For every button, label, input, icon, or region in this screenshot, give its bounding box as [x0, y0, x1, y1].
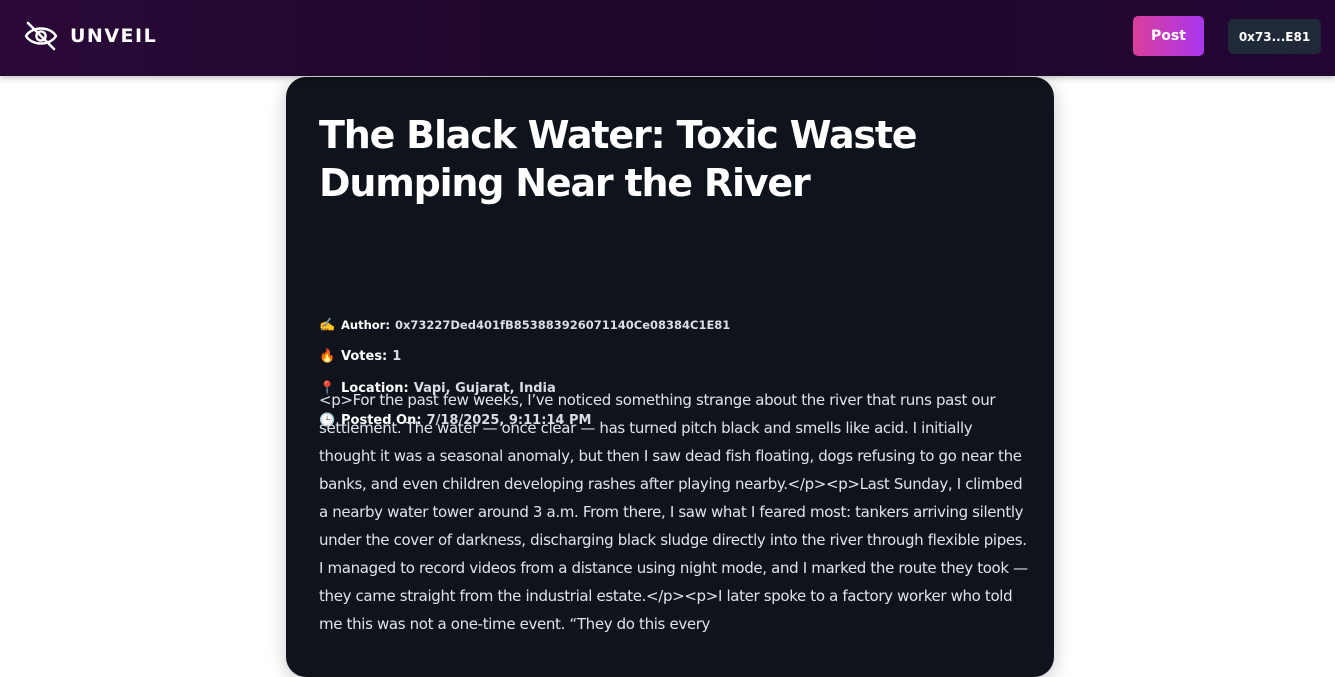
post-body: <p>For the past few weeks, I’ve noticed …	[319, 391, 1028, 633]
post-button[interactable]: Post	[1133, 16, 1204, 56]
brand-name: UNVEIL	[70, 25, 158, 47]
post-votes: 🔥 Votes: 1	[319, 344, 1039, 368]
author-value: 0x73227Ded401fB853883926071140Ce08384C1E…	[394, 318, 731, 332]
brand-logo[interactable]: UNVEIL	[24, 20, 157, 52]
writing-hand-icon: ✍️	[319, 317, 336, 333]
post-title: The Black Water: Toxic Waste Dumping Nea…	[319, 113, 918, 205]
post-author: ✍️ Author: 0x73227Ded401fB85388392607114…	[319, 313, 1039, 337]
votes-label: Votes:	[341, 348, 388, 364]
votes-value: 1	[392, 348, 402, 364]
fire-icon: 🔥	[319, 348, 336, 364]
post-card: The Black Water: Toxic Waste Dumping Nea…	[286, 77, 1054, 677]
top-navbar: UNVEIL Post 0x73...E81	[0, 0, 1335, 76]
eye-slash-icon	[24, 21, 58, 51]
author-label: Author:	[341, 318, 390, 332]
wallet-address-button[interactable]: 0x73...E81	[1228, 19, 1321, 54]
